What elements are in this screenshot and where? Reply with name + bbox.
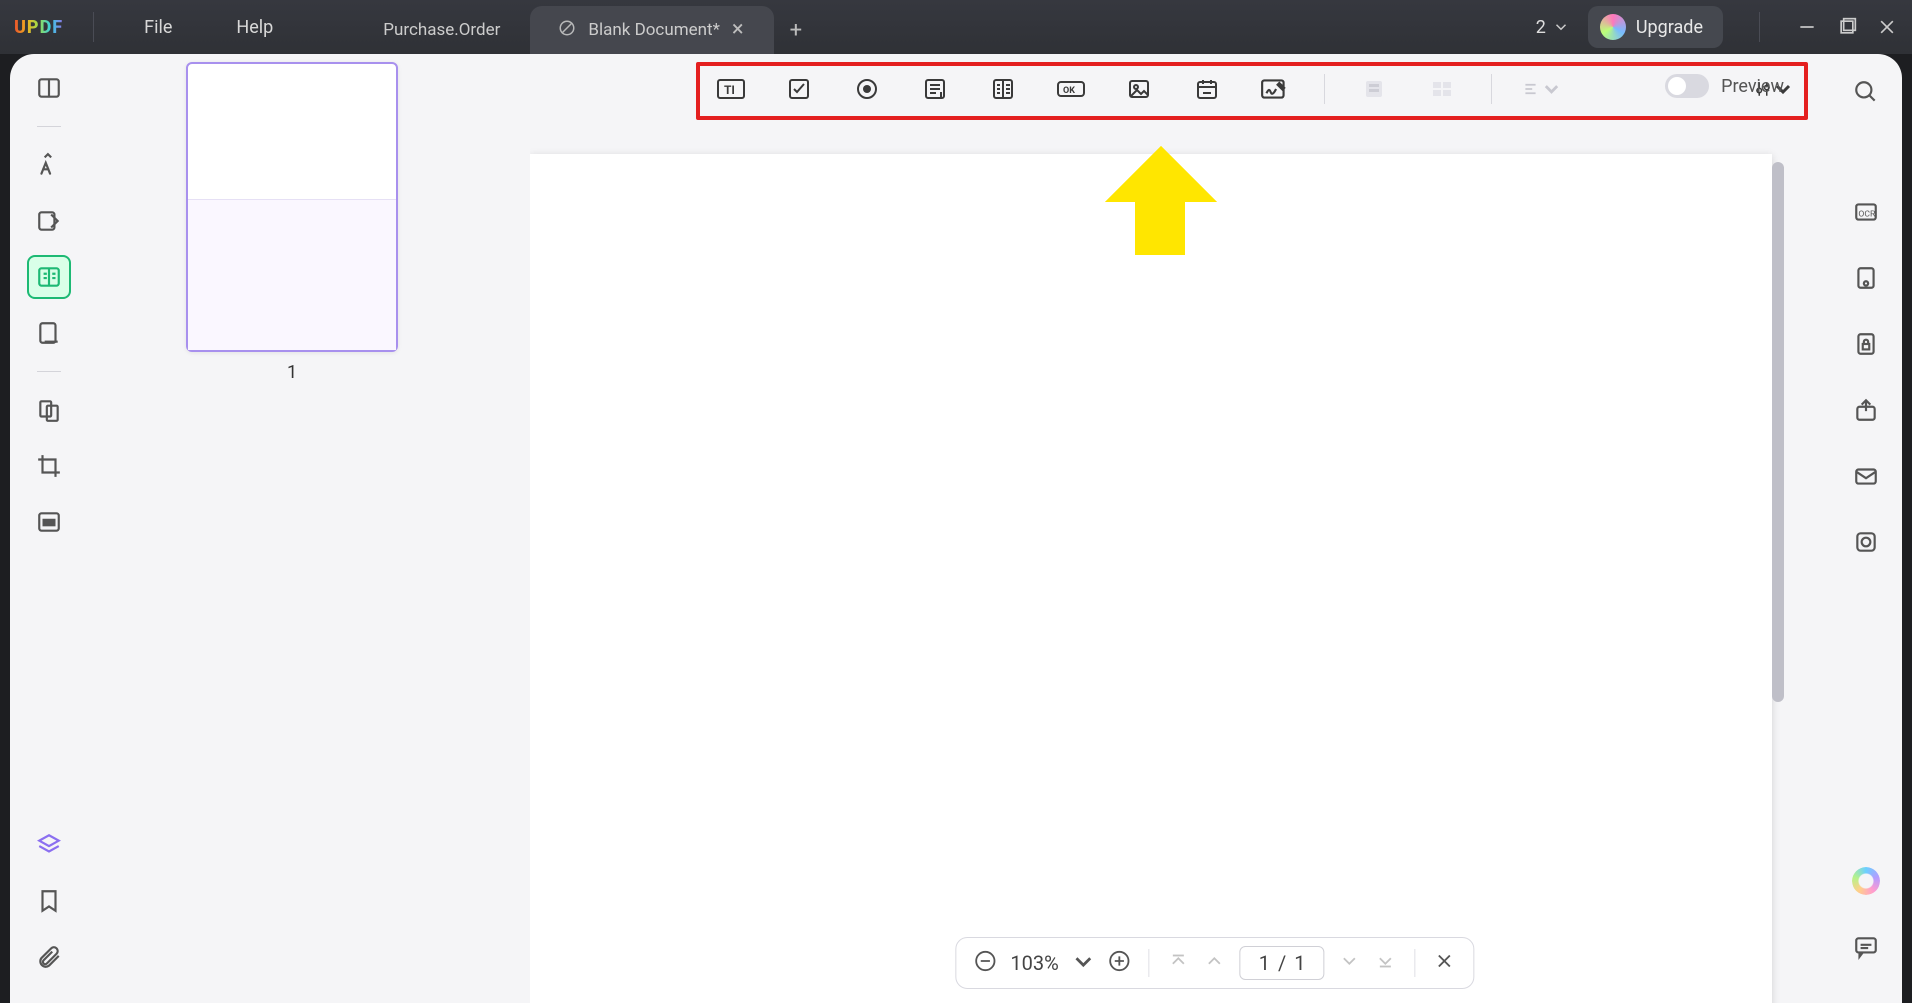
ocr-button[interactable]: OCR: [1846, 192, 1886, 232]
image-field-tool[interactable]: [1120, 74, 1158, 104]
chat-button[interactable]: [1846, 927, 1886, 967]
chevron-down-icon: [1552, 18, 1570, 36]
separator: [37, 126, 61, 127]
left-sidebar: [10, 54, 88, 1003]
upgrade-button[interactable]: Upgrade: [1588, 6, 1723, 48]
separator: [1324, 74, 1325, 104]
svg-text:TI: TI: [724, 83, 735, 97]
attachment-tool[interactable]: [27, 935, 71, 979]
chevron-down-icon: [1543, 77, 1560, 101]
vertical-scrollbar[interactable]: [1772, 162, 1784, 702]
separator: [37, 371, 61, 372]
page-tool[interactable]: [27, 311, 71, 355]
button-tool[interactable]: OK: [1052, 74, 1090, 104]
window-minimize-button[interactable]: [1796, 16, 1818, 38]
preview-label: Preview: [1721, 76, 1784, 97]
tab-label: Blank Document*: [588, 20, 720, 40]
ai-button[interactable]: [1846, 861, 1886, 901]
window-close-button[interactable]: [1876, 16, 1898, 38]
main-area: Preview TI: [496, 54, 1830, 1003]
dropdown-tool[interactable]: [916, 74, 954, 104]
form-tool[interactable]: [27, 255, 71, 299]
annotation-arrow-stem: [1135, 199, 1185, 255]
reader-tool[interactable]: [27, 66, 71, 110]
form-grid-tool: [1423, 74, 1461, 104]
titlebar: UPDF File Help Purchase.Order Blank Docu…: [0, 0, 1912, 54]
close-footer-button[interactable]: [1433, 950, 1455, 977]
redact-tool[interactable]: [27, 500, 71, 544]
edit-tool[interactable]: [27, 199, 71, 243]
form-mode-icon: [558, 19, 576, 42]
tab-label: Purchase.Order: [383, 20, 500, 40]
view-footer: 103% 1 / 1: [955, 937, 1474, 989]
thumbnail-panel: 1: [88, 54, 496, 1003]
notification-number: 2: [1536, 17, 1546, 38]
ai-icon: [1852, 867, 1880, 895]
app-logo: UPDF: [14, 17, 63, 38]
tab-blank-document[interactable]: Blank Document* ×: [530, 6, 773, 54]
tab-purchase-order[interactable]: Purchase.Order: [355, 6, 530, 54]
right-sidebar: OCR: [1830, 54, 1902, 1003]
email-button[interactable]: [1846, 456, 1886, 496]
separator: [1149, 949, 1150, 977]
thumbnail-upper: [188, 64, 396, 200]
menu-file[interactable]: File: [112, 17, 204, 38]
document-tabs: Purchase.Order Blank Document* × +: [355, 6, 818, 54]
zoom-level[interactable]: 103%: [1010, 951, 1058, 975]
separator: [1759, 12, 1760, 42]
separator: [1414, 949, 1415, 977]
text-field-tool[interactable]: TI: [712, 74, 750, 104]
form-toolbar: TI OK: [712, 72, 1792, 106]
comment-tool[interactable]: [27, 143, 71, 187]
align-tool: [1522, 74, 1560, 104]
menu-help[interactable]: Help: [204, 17, 305, 38]
last-page-button[interactable]: [1374, 950, 1396, 977]
signature-field-tool[interactable]: [1256, 74, 1294, 104]
protect-button[interactable]: [1846, 324, 1886, 364]
list-box-tool[interactable]: [984, 74, 1022, 104]
separator: [93, 12, 94, 42]
toggle-switch-icon[interactable]: [1665, 74, 1709, 98]
zoom-dropdown-icon[interactable]: [1073, 950, 1095, 977]
layers-tool[interactable]: [27, 823, 71, 867]
separator: [1491, 74, 1492, 104]
page-thumbnail[interactable]: [186, 62, 398, 352]
preview-toggle[interactable]: Preview: [1665, 74, 1784, 98]
thumbnail-page-number: 1: [287, 362, 297, 383]
search-button[interactable]: [1846, 72, 1886, 112]
checkbox-tool[interactable]: [780, 74, 818, 104]
annotation-arrow-icon: [1105, 146, 1217, 202]
svg-text:OCR: OCR: [1858, 209, 1876, 219]
notification-count[interactable]: 2: [1536, 17, 1570, 38]
zoom-in-button[interactable]: [1109, 950, 1131, 977]
page-indicator[interactable]: 1 / 1: [1240, 946, 1325, 980]
crop-tool[interactable]: [27, 444, 71, 488]
page-canvas-container: [530, 144, 1796, 1003]
radio-button-tool[interactable]: [848, 74, 886, 104]
close-tab-icon[interactable]: ×: [732, 19, 744, 41]
date-field-tool[interactable]: [1188, 74, 1226, 104]
next-page-button[interactable]: [1338, 950, 1360, 977]
upgrade-label: Upgrade: [1636, 17, 1703, 38]
total-pages: 1: [1294, 951, 1305, 975]
current-page: 1: [1259, 951, 1270, 975]
add-tab-button[interactable]: +: [774, 6, 818, 54]
work-area: 1 Preview TI: [10, 54, 1902, 1003]
avatar-icon: [1600, 14, 1626, 40]
form-toolbar-highlight: TI OK: [696, 62, 1808, 120]
page-separator: /: [1278, 951, 1286, 975]
prev-page-button[interactable]: [1204, 950, 1226, 977]
document-page[interactable]: [530, 154, 1772, 1003]
thumbnail-lower: [188, 200, 396, 350]
form-properties-tool: [1355, 74, 1393, 104]
organize-tool[interactable]: [27, 388, 71, 432]
first-page-button[interactable]: [1168, 950, 1190, 977]
zoom-out-button[interactable]: [974, 950, 996, 977]
window-maximize-button[interactable]: [1836, 16, 1858, 38]
compress-button[interactable]: [1846, 258, 1886, 298]
flatten-button[interactable]: [1846, 522, 1886, 562]
svg-text:OK: OK: [1063, 86, 1075, 96]
share-button[interactable]: [1846, 390, 1886, 430]
bookmark-tool[interactable]: [27, 879, 71, 923]
